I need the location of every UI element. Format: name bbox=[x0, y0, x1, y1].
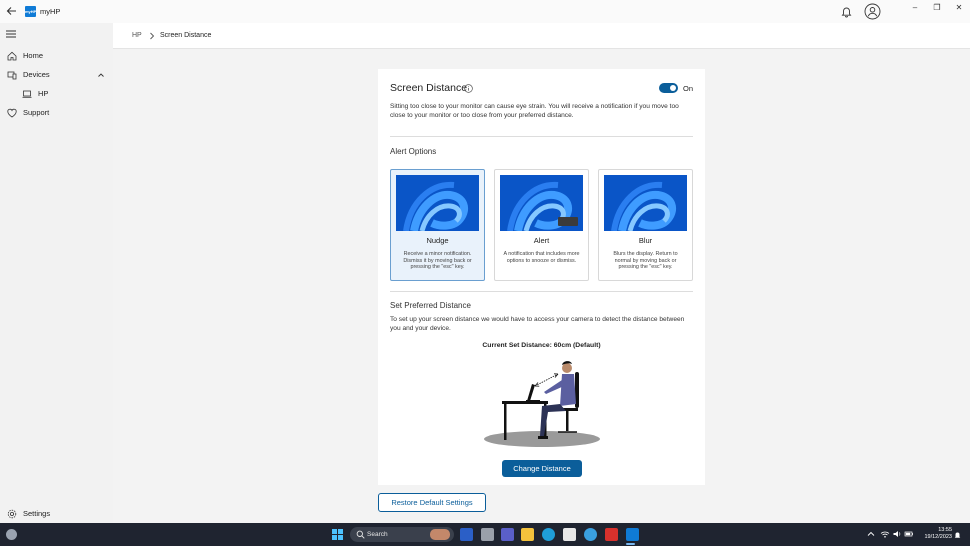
active-app-indicator bbox=[626, 543, 635, 545]
windows-start-icon[interactable] bbox=[332, 529, 343, 540]
support-icon bbox=[7, 108, 17, 118]
option-name: Blur bbox=[638, 236, 653, 245]
title-bar: myHP myHP – ❐ ✕ bbox=[0, 0, 970, 23]
option-description: Blurs the display. Return to normal by m… bbox=[613, 251, 678, 271]
search-highlight-image bbox=[430, 529, 450, 540]
clock-time: 13:55 bbox=[938, 527, 952, 533]
sidebar-item-label: Settings bbox=[23, 509, 51, 518]
breadcrumb: HP Screen Distance bbox=[113, 23, 970, 49]
restore-default-settings-button[interactable]: Restore Default Settings bbox=[378, 493, 486, 512]
notification-bell-icon[interactable] bbox=[954, 531, 961, 539]
taskbar-search[interactable]: Search bbox=[350, 527, 454, 542]
gear-icon bbox=[7, 509, 17, 519]
sidebar-item-settings[interactable]: Settings bbox=[0, 506, 113, 522]
teams-app-icon[interactable] bbox=[501, 528, 514, 541]
file-explorer-icon[interactable] bbox=[521, 528, 534, 541]
widgets-app-icon[interactable] bbox=[460, 528, 473, 541]
option-card-nudge[interactable]: Nudge Receive a minor notification. Dism… bbox=[390, 169, 485, 281]
screen-distance-card: Screen Distance On Sitting too close to … bbox=[378, 69, 705, 485]
search-icon bbox=[356, 530, 365, 539]
app-title: myHP bbox=[40, 7, 61, 16]
wifi-icon[interactable] bbox=[880, 529, 890, 539]
chevron-up-icon[interactable] bbox=[97, 71, 105, 79]
weather-icon[interactable] bbox=[6, 529, 17, 540]
hamburger-menu-icon[interactable] bbox=[6, 30, 16, 38]
sidebar-item-label: Support bbox=[23, 108, 50, 117]
back-arrow-icon[interactable] bbox=[5, 4, 19, 18]
option-card-blur[interactable]: Blur Blurs the display. Return to normal… bbox=[598, 169, 693, 281]
home-icon bbox=[7, 51, 17, 61]
sidebar-item-label: Home bbox=[23, 51, 44, 60]
screen-distance-toggle[interactable] bbox=[659, 83, 678, 93]
search-placeholder: Search bbox=[367, 531, 388, 538]
clock-date: 19/12/2023 bbox=[924, 534, 952, 540]
breadcrumb-current: Screen Distance bbox=[160, 32, 212, 39]
sidebar-item-home[interactable]: Home bbox=[0, 48, 113, 64]
sidebar: Home Devices HP Support Settings bbox=[0, 23, 113, 523]
laptop-icon bbox=[22, 90, 32, 98]
preferred-distance-description: To set up your screen distance we would … bbox=[390, 316, 685, 332]
taskbar-clock[interactable]: 13:55 19/12/2023 bbox=[916, 527, 952, 541]
alert-options-title: Alert Options bbox=[390, 147, 437, 156]
toggle-knob bbox=[670, 85, 676, 91]
bell-icon[interactable] bbox=[840, 5, 853, 18]
current-distance-label: Current Set Distance: 60cm (Default) bbox=[482, 342, 601, 349]
screen-distance-description: Sitting too close to your monitor can ca… bbox=[390, 103, 679, 119]
option-description: Receive a minor notification. Dismiss it… bbox=[403, 251, 472, 271]
app-logo: myHP bbox=[25, 6, 36, 17]
divider bbox=[390, 136, 693, 137]
option-name: Nudge bbox=[426, 236, 449, 245]
option-card-alert[interactable]: Alert A notification that includes more … bbox=[494, 169, 589, 281]
sidebar-item-support[interactable]: Support bbox=[0, 105, 113, 121]
toggle-state-label: On bbox=[683, 84, 694, 93]
speaker-icon[interactable] bbox=[892, 529, 902, 539]
page-title: Screen Distance bbox=[390, 82, 468, 94]
battery-icon[interactable] bbox=[904, 529, 914, 539]
sidebar-item-label: HP bbox=[38, 89, 49, 98]
sidebar-item-devices[interactable]: Devices bbox=[0, 67, 113, 83]
devices-icon bbox=[7, 71, 17, 80]
edge-browser-icon[interactable] bbox=[542, 528, 555, 541]
taskbar: Search 13:55 19/12/2023 bbox=[0, 523, 970, 546]
sidebar-item-label: Devices bbox=[23, 70, 50, 79]
profile-icon[interactable] bbox=[864, 3, 881, 20]
chevron-up-icon[interactable] bbox=[866, 529, 876, 539]
minimize-button[interactable]: – bbox=[908, 2, 922, 14]
chrome-browser-icon[interactable] bbox=[584, 528, 597, 541]
info-icon[interactable] bbox=[464, 84, 473, 93]
main-content: HP Screen Distance Screen Distance On Si… bbox=[113, 23, 970, 523]
store-app-icon[interactable] bbox=[563, 528, 576, 541]
wallpaper-thumbnail bbox=[604, 175, 687, 231]
wallpaper-thumbnail bbox=[396, 175, 479, 231]
divider bbox=[390, 291, 693, 292]
option-description: A notification that includes more option… bbox=[503, 251, 580, 264]
close-button[interactable]: ✕ bbox=[952, 2, 966, 14]
preferred-distance-title: Set Preferred Distance bbox=[390, 301, 471, 310]
sidebar-item-hp-device[interactable]: HP bbox=[0, 86, 113, 102]
chevron-right-icon bbox=[150, 32, 155, 40]
mcafee-app-icon[interactable] bbox=[605, 528, 618, 541]
change-distance-button[interactable]: Change Distance bbox=[502, 460, 582, 477]
option-name: Alert bbox=[533, 236, 550, 245]
breadcrumb-root[interactable]: HP bbox=[132, 32, 142, 39]
myhp-app-icon[interactable] bbox=[626, 528, 639, 541]
distance-illustration bbox=[484, 361, 600, 447]
restore-button[interactable]: ❐ bbox=[930, 2, 944, 14]
task-view-icon[interactable] bbox=[481, 528, 494, 541]
wallpaper-thumbnail bbox=[500, 175, 583, 231]
